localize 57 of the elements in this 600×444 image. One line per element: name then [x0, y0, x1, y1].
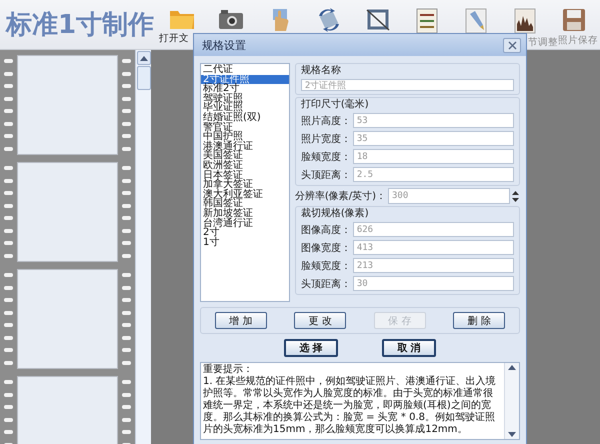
caret-icon [140, 56, 148, 60]
list-item[interactable]: 加拿大签证 [201, 180, 289, 190]
scrollbar[interactable] [504, 363, 519, 439]
scroll-up-button[interactable] [136, 51, 150, 65]
list-item[interactable]: 港澳通行证 [201, 142, 289, 152]
brush-icon [464, 8, 486, 34]
list-item[interactable]: 新加坡签证 [201, 208, 289, 218]
close-icon [508, 40, 516, 50]
edit-button[interactable]: 增 加 [214, 312, 267, 329]
list-item[interactable]: 警官证 [201, 122, 289, 132]
app-title: 标准1寸制作 [4, 9, 156, 42]
field-label: 分辨率(像素/英寸)： [294, 190, 386, 203]
list-item[interactable]: 标准2寸 [201, 84, 289, 94]
field-label: 脸颊宽度： [300, 150, 351, 164]
toolbar-label[interactable]: 打开文 [159, 32, 189, 45]
list-item[interactable]: 结婚证照(双) [201, 112, 289, 123]
list-item[interactable]: 欧洲签证 [201, 160, 289, 171]
close-button[interactable] [503, 38, 521, 52]
list-item[interactable]: 毕业证照 [201, 103, 289, 113]
list-item[interactable]: 中国护照 [201, 132, 289, 142]
floppy-icon [562, 8, 586, 32]
edit-button[interactable]: 更 改 [294, 312, 346, 329]
field-label: 头顶距离： [300, 168, 351, 182]
list-item[interactable]: 2寸 [201, 228, 289, 238]
notes-text: 1. 在某些规范的证件照中，例如驾驶证照片、港澳通行证、出入境护照等。常常以头宽作为人脸宽度的标准。由于头宽的标准通常很难统一界定，本系统中还是统一为脸宽，即两脸颊(耳根)之间的宽度。那么其标准的换算公式为：脸宽 = 头宽 * 0.8。例如驾驶证照片的头宽标准为15mm，那么脸颊宽度可以换算成12mm。 [203, 376, 497, 436]
scroll-thumb[interactable] [136, 66, 150, 90]
list-item[interactable]: 日本签证 [201, 170, 289, 180]
edit-button[interactable]: 删 除 [453, 312, 506, 329]
spin-arrows-icon[interactable] [511, 190, 520, 202]
field-label: 脸颊宽度： [300, 260, 351, 272]
camera-icon [218, 8, 244, 30]
crop-icon [364, 8, 390, 32]
field-label: 图像宽度： [300, 242, 351, 254]
scroll-up-icon[interactable] [508, 365, 516, 370]
list-item[interactable]: 台湾通行证 [201, 218, 289, 228]
sliders-icon [416, 8, 438, 34]
group-title: 裁切规格(像素) [300, 208, 370, 219]
notes-heading: 重要提示： [203, 364, 254, 376]
field-label: 图像高度： [300, 224, 351, 236]
list-item[interactable]: 美国签证 [201, 151, 289, 161]
histogram-icon [514, 8, 536, 34]
list-item[interactable]: 驾驶证照 [201, 94, 289, 104]
scrollbar[interactable] [135, 50, 151, 444]
list-item[interactable]: 澳大利亚签证 [201, 190, 289, 200]
scroll-down-icon[interactable] [508, 432, 516, 437]
group-title: 打印尺寸(毫米) [300, 99, 370, 110]
field-label: 照片高度： [300, 114, 351, 128]
dialog-button[interactable]: 选 择 [284, 339, 338, 357]
dialog-title: 规格设置 [202, 38, 246, 52]
folder-icon [168, 8, 194, 30]
list-item[interactable]: 二代证 [201, 65, 289, 75]
field-label: 头顶距离： [300, 278, 351, 290]
list-item[interactable]: 韩国签证 [201, 199, 289, 209]
list-item[interactable]: 1寸 [201, 238, 289, 248]
dialog-button[interactable]: 取 消 [382, 339, 436, 357]
group-title: 规格名称 [300, 65, 342, 76]
field-label: 照片宽度： [300, 132, 351, 146]
